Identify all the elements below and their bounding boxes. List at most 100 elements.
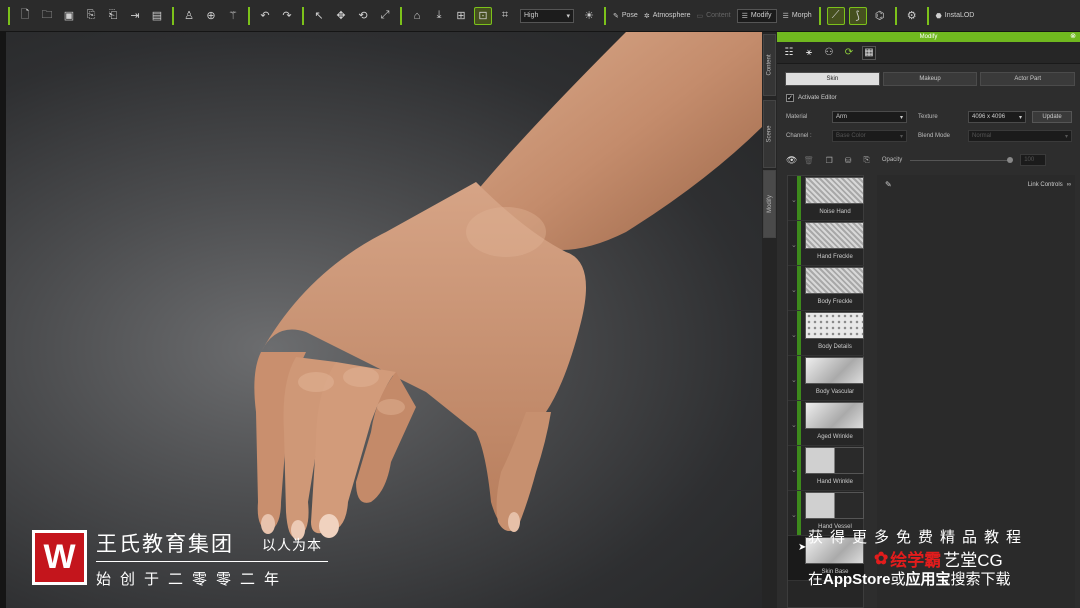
light-icon[interactable]: ☀ xyxy=(580,7,598,25)
material-select[interactable]: Arm ▾ xyxy=(832,111,907,123)
list-item[interactable]: ⌄ Noise Hand xyxy=(788,176,864,221)
list-item[interactable]: ⌄ Body Details xyxy=(788,311,864,356)
morph-button[interactable]: ☰ Morph xyxy=(783,12,812,20)
drop-icon[interactable]: ⤓ xyxy=(430,7,448,25)
update-button[interactable]: Update xyxy=(1032,111,1072,123)
brush-edit-icon[interactable]: ✎ xyxy=(885,180,892,189)
undo-icon[interactable]: ↶ xyxy=(256,7,274,25)
blend-mode-select[interactable]: Normal ▾ xyxy=(968,130,1072,142)
tab-actor-part[interactable]: Actor Part xyxy=(980,72,1076,86)
list-item[interactable]: ⌄ Hand Wrinkle xyxy=(788,446,864,491)
redo-icon[interactable]: ↷ xyxy=(278,7,296,25)
layer-thumbnail xyxy=(805,447,864,474)
sliders-icon[interactable]: ☷ xyxy=(782,46,796,60)
toolbar-separator xyxy=(400,6,402,25)
toolbar-separator xyxy=(894,6,897,25)
camera-icon[interactable]: ⌗ xyxy=(496,7,514,25)
checker-icon[interactable]: ▦ xyxy=(862,45,876,60)
chevron-down-icon[interactable]: ⌄ xyxy=(791,196,797,204)
bone-edit-icon[interactable]: ⟋ xyxy=(826,6,845,25)
layer-thumbnail xyxy=(805,222,864,249)
activate-editor-checkbox[interactable]: ✓ xyxy=(786,94,794,102)
new-file-icon[interactable]: 🗋 xyxy=(16,7,34,25)
fill-icon[interactable]: ⛁ xyxy=(845,156,852,165)
clip-icon[interactable]: ⎘ xyxy=(863,155,869,165)
main-toolbar: 🗋 🗀 ▣ ⎘ ⎗ ⇥ ▤ ♙ ⊕ ⚚ ↶ ↷ ↖ ✥ ⟲ ⤢ ⌂ ⤓ ⊞ ⊡ … xyxy=(0,0,1080,32)
plugin-icon[interactable]: ⚙ xyxy=(903,7,921,25)
scale-icon[interactable]: ⤢ xyxy=(376,7,394,25)
chevron-down-icon[interactable]: ⌄ xyxy=(791,511,797,519)
chevron-down-icon[interactable]: ⌄ xyxy=(791,376,797,384)
layer-thumbnail xyxy=(805,177,864,204)
list-item[interactable]: ⌄ Body Vascular xyxy=(788,356,864,401)
list-item[interactable]: ⌄ Hand Freckle xyxy=(788,221,864,266)
export-icon[interactable]: ⎗ xyxy=(104,7,122,25)
eye-icon[interactable]: 👁 xyxy=(786,155,797,166)
select-arrow-icon[interactable]: ↖ xyxy=(310,7,328,25)
panel-title: Modify ⊗ xyxy=(777,32,1080,42)
3d-viewport[interactable] xyxy=(6,32,762,608)
modify-button[interactable]: ☰ Modify xyxy=(736,8,777,23)
move-icon[interactable]: ✥ xyxy=(332,7,350,25)
render-quality-select[interactable]: High ▾ xyxy=(520,8,574,23)
watermark-title: 王氏教育集团 xyxy=(96,533,234,556)
opacity-slider-handle[interactable] xyxy=(1007,156,1014,163)
list-item[interactable]: ⌄ Body Freckle xyxy=(788,266,864,311)
render-icon[interactable]: ▤ xyxy=(148,7,166,25)
texture-size-select[interactable]: 4096 x 4096 ▾ xyxy=(968,111,1026,123)
side-tab-strip: Content Scene Modify xyxy=(762,32,777,608)
character-icon[interactable]: ⚇ xyxy=(822,46,836,60)
person-icon[interactable]: ♙ xyxy=(180,7,198,25)
chevron-down-icon[interactable]: ⌄ xyxy=(791,331,797,339)
toolbar-separator xyxy=(818,6,821,25)
grid-icon[interactable]: ⊞ xyxy=(452,7,470,25)
blend-mode-label: Blend Mode xyxy=(918,133,951,139)
frame-icon[interactable]: ⊡ xyxy=(474,6,492,25)
chevron-down-icon[interactable]: ⌄ xyxy=(791,286,797,294)
copy-icon[interactable]: ❐ xyxy=(826,156,833,165)
toolbar-separator xyxy=(172,6,174,25)
watermark-subtitle: 始创于二零零二年 xyxy=(96,571,289,588)
skin-editor-icon[interactable]: ⟳ xyxy=(842,46,856,60)
tab-modify[interactable]: Modify xyxy=(763,170,776,238)
toolbar-separator xyxy=(604,6,606,25)
opacity-field[interactable]: 100 xyxy=(1020,154,1047,166)
hand-render xyxy=(254,32,762,540)
tab-skin[interactable]: Skin xyxy=(785,72,880,86)
channel-label: Channel : xyxy=(786,133,812,139)
motion-icon[interactable]: ⚹ xyxy=(802,46,816,60)
save-icon[interactable]: ▣ xyxy=(60,7,78,25)
pose-button[interactable]: ✎ Pose xyxy=(613,12,638,20)
trash-icon[interactable]: 🗑 xyxy=(803,156,813,165)
figure-icon[interactable]: ⚚ xyxy=(224,7,242,25)
layer-thumbnail xyxy=(805,492,864,519)
installod-button[interactable]: ⬣ InstaLOD xyxy=(936,12,975,20)
tab-scene[interactable]: Scene xyxy=(763,100,776,168)
content-button[interactable]: ▭ Content xyxy=(696,12,730,20)
mouse-cursor-icon: ➤ xyxy=(798,542,807,553)
import-icon[interactable]: ⎘ xyxy=(82,7,100,25)
chevron-down-icon[interactable]: ⌄ xyxy=(791,466,797,474)
list-item[interactable]: ⌄ Aged Wrinkle xyxy=(788,401,864,446)
tab-makeup[interactable]: Makeup xyxy=(882,72,978,86)
export-arrow-icon[interactable]: ⇥ xyxy=(126,7,144,25)
tab-content[interactable]: Content xyxy=(763,34,776,96)
link-controls[interactable]: Link Controls ∞ xyxy=(1028,182,1071,188)
mesh-icon[interactable]: ⌬ xyxy=(871,7,889,25)
logo: W xyxy=(32,530,87,585)
toolbar-separator xyxy=(8,6,10,25)
spring-icon[interactable]: ⟆ xyxy=(848,6,867,25)
home-icon[interactable]: ⌂ xyxy=(408,7,426,25)
close-icon[interactable]: ⊗ xyxy=(1070,32,1076,42)
chevron-down-icon[interactable]: ⌄ xyxy=(791,421,797,429)
brand-icon: ✿ xyxy=(874,548,889,568)
rotate-icon[interactable]: ⟲ xyxy=(354,7,372,25)
opacity-slider[interactable] xyxy=(910,156,1014,163)
chevron-down-icon[interactable]: ⌄ xyxy=(791,241,797,249)
zoom-icon[interactable]: ⊕ xyxy=(202,7,220,25)
activate-editor-row[interactable]: ✓ Activate Editor xyxy=(786,94,837,102)
atmosphere-button[interactable]: ✲ Atmosphere xyxy=(644,12,691,20)
channel-select[interactable]: Base Color ▾ xyxy=(832,130,907,142)
open-folder-icon[interactable]: 🗀 xyxy=(38,7,56,25)
chevron-down-icon: ▾ xyxy=(899,133,903,140)
